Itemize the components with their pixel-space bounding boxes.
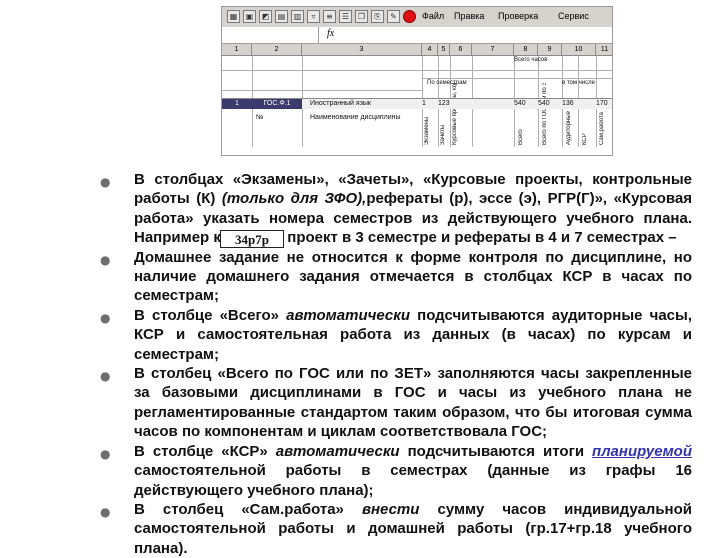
formula-separator [318,27,319,43]
column-number-2[interactable]: 2 [252,44,302,55]
list-icon[interactable]: ☰ [339,10,352,23]
filter-icon[interactable]: ▿ [307,10,320,23]
list-item: ● В столбцах «Экзамены», «Зачеты», «Курсо… [100,170,692,248]
gos-cell[interactable]: 540 [538,99,550,109]
grid-horizontal-line [222,90,422,91]
list-item-text: планируемой [592,442,692,460]
row-number-cell[interactable]: 1 [222,99,252,109]
column-number-7[interactable]: 7 [472,44,514,55]
paste-icon[interactable]: ⎘ [371,10,384,23]
bullet-icon: ● [100,446,111,461]
save-icon[interactable]: ▣ [243,10,256,23]
sr-cell[interactable]: 170 [596,99,608,109]
spreadsheet-screenshot: ▦ ▣ ◩ ▤ ▥ ▿ ≡ ☰ ❐ ⎘ ✎ Файл Правка Провер… [221,6,613,156]
grid-icon[interactable]: ▤ [275,10,288,23]
table-icon[interactable]: ▥ [291,10,304,23]
table-row[interactable]: 1 ГОС.Ф.1 Иностранный язык 1 123 540 540… [222,98,612,109]
list-item-text: внести [361,500,420,518]
bullet-icon: ● [100,252,111,267]
grid-horizontal-line [222,70,612,71]
list-item: ● В столбец «Сам.работа» внести сумму час… [100,500,692,558]
exam-cell[interactable]: 1 [422,99,426,109]
rotated-column-header: КСР [582,133,588,145]
discipline-name-header: Наименование дисциплины [310,114,401,121]
list-item-text: автоматически [286,306,410,324]
column-number-4[interactable]: 4 [422,44,438,55]
rotated-column-header: Курсовые проекты, контрольные работы (К)… [452,83,458,145]
menu-service[interactable]: Сервис [558,11,589,21]
discipline-name-cell[interactable]: Иностранный язык [310,99,371,109]
aud-cell[interactable]: 136 [562,99,574,109]
group-header: По семестрам [427,80,467,86]
grid-horizontal-line [422,78,612,79]
list-item-text: В столбце «КСР» [134,442,276,460]
column-number-6[interactable]: 6 [450,44,472,55]
annotation-callout: 34р7р [220,230,284,248]
toolbar: ▦ ▣ ◩ ▤ ▥ ▿ ≡ ☰ ❐ ⎘ ✎ Файл Правка Провер… [222,7,612,28]
column-number-8[interactable]: 8 [514,44,538,55]
bullet-icon: ● [100,310,111,325]
list-item: ● В столбце «КСР» автоматически подсчитыв… [100,442,692,500]
bullet-icon: ● [100,504,111,519]
rotated-column-header: Всего [518,129,524,145]
formula-bar[interactable]: fx [222,27,612,44]
list-item: ● В столбце «Всего» автоматически подсчит… [100,306,692,364]
credit-cell[interactable]: 123 [438,99,450,109]
list-item-text: самостоятельной работы в семестрах (данн… [134,462,692,499]
print-icon[interactable]: ▦ [227,10,240,23]
column-number-1[interactable]: 1 [222,44,252,55]
formula-icon: fx [327,28,335,39]
group-header: Всего часов [514,57,548,63]
rotated-column-header: Зачеты [440,124,446,145]
bullet-icon: ● [100,369,111,384]
bullet-icon: ● [100,175,111,189]
rotated-column-header: Сам.работа [599,112,605,145]
list-item-text: В столбец «Сам.работа» [134,500,362,518]
sort-icon[interactable]: ≡ [323,10,336,23]
chart-icon[interactable]: ◩ [259,10,272,23]
column-number-10[interactable]: 10 [562,44,596,55]
list-item-text: В столбец «Всего по ГОС или по ЗЕТ» запо… [134,365,692,441]
list-item: ● В столбец «Всего по ГОС или по ЗЕТ» зап… [100,364,692,442]
menu-file[interactable]: Файл [422,11,444,21]
list-item-text: (только для ЗФО), [221,190,367,208]
list-item-text: автоматически [275,442,400,460]
list-item-text: Домашнее задание не относится к форме ко… [134,248,692,305]
total-cell[interactable]: 540 [514,99,526,109]
stop-icon[interactable] [403,10,416,23]
list-item-text: В столбце «Всего» [134,306,287,324]
copy-icon[interactable]: ❐ [355,10,368,23]
column-number-3[interactable]: 3 [302,44,422,55]
menu-edit[interactable]: Правка [454,11,484,21]
column-number-9[interactable]: 9 [538,44,562,55]
rotated-column-header: Экзамены [424,116,430,145]
rotated-column-header: Всего по ГОС или по ЗЕТ [542,83,548,145]
column-number-11[interactable]: 11 [596,44,612,55]
code-cell[interactable]: ГОС.Ф.1 [252,99,302,109]
list-item: ● Домашнее задание не относится к форме к… [100,248,692,306]
instruction-list: ● В столбцах «Экзамены», «Зачеты», «Курсо… [100,170,692,558]
format-icon[interactable]: ✎ [387,10,400,23]
row-header: № [256,114,264,121]
menu-check[interactable]: Проверка [498,11,538,21]
column-number-5[interactable]: 5 [438,44,450,55]
column-number-row: 1 2 3 4 5 6 7 8 9 10 11 [222,44,612,56]
list-item-text: подсчитываются итоги [399,442,593,460]
rotated-column-header: Аудиторные [566,111,572,145]
